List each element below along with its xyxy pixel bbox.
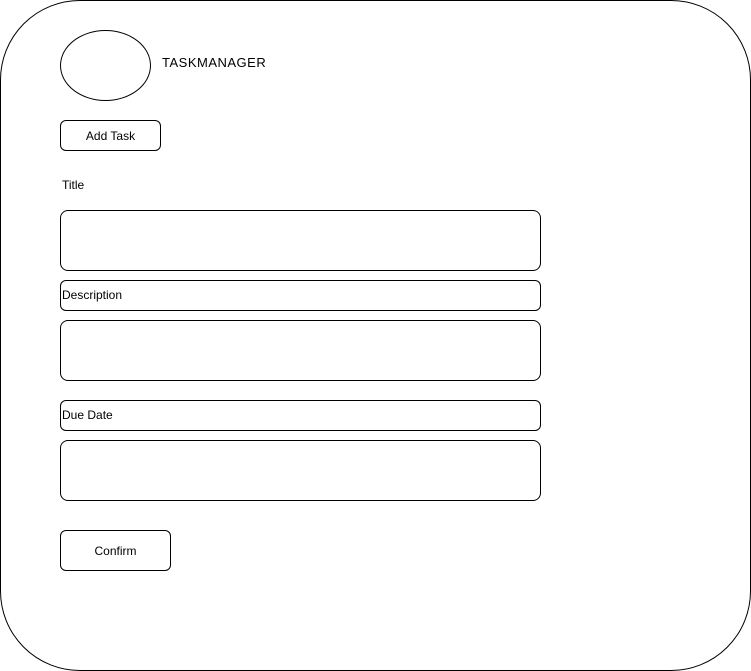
description-input[interactable] bbox=[60, 320, 541, 381]
due-date-input[interactable] bbox=[60, 440, 541, 501]
title-label: Title bbox=[62, 178, 85, 192]
description-label: Description bbox=[60, 280, 541, 311]
confirm-button[interactable]: Confirm bbox=[60, 530, 171, 571]
app-title: TASKMANAGER bbox=[162, 55, 267, 70]
logo-placeholder bbox=[60, 30, 151, 101]
title-input[interactable] bbox=[60, 210, 541, 271]
add-task-button[interactable]: Add Task bbox=[60, 120, 161, 151]
due-date-label: Due Date bbox=[60, 400, 541, 431]
